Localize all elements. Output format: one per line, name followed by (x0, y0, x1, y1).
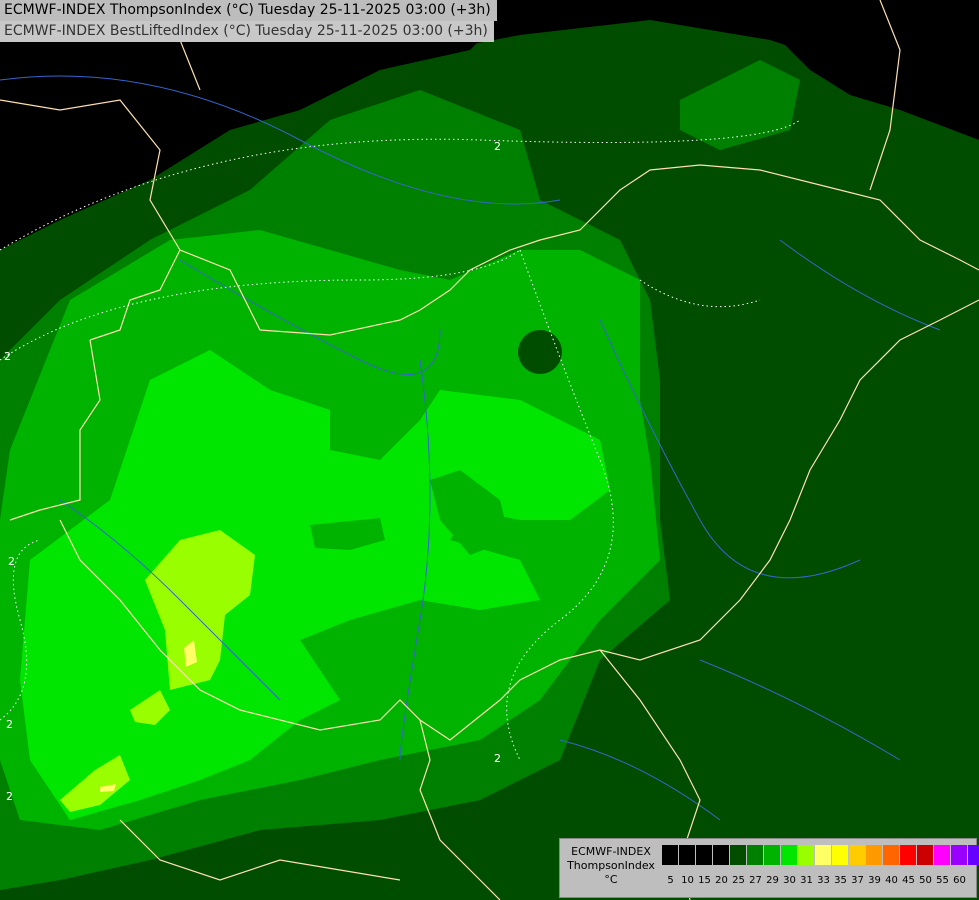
legend-swatch (815, 845, 832, 865)
contour-label: 2 (6, 790, 13, 803)
legend-swatch (951, 845, 968, 865)
map-title-line-2: ECMWF-INDEX BestLiftedIndex (°C) Tuesday… (0, 21, 494, 42)
color-legend: ECMWF-INDEX ThompsonIndex °C 5 10 15 20 25 27… (559, 838, 979, 898)
legend-swatch (781, 845, 798, 865)
legend-swatch (798, 845, 815, 865)
legend-tick-label: 35 (834, 875, 847, 886)
legend-tick-labels: 5 10 15 20 25 27 29 30 31 33 35 37 39 40 45 50 55 60 (662, 875, 968, 886)
legend-swatch (900, 845, 917, 865)
legend-tick-label: 50 (919, 875, 932, 886)
map-title-line-1: ECMWF-INDEX ThompsonIndex (°C) Tuesday 2… (0, 0, 497, 21)
legend-swatch (696, 845, 713, 865)
legend-tick-label: 20 (715, 875, 728, 886)
legend-tick-label: 40 (885, 875, 898, 886)
legend-title-variable: ThompsonIndex (567, 859, 655, 872)
dark-pocket (518, 330, 562, 374)
legend-color-bar (662, 845, 979, 865)
legend-tick-label: 5 (667, 875, 674, 886)
legend-tick-label: 29 (766, 875, 779, 886)
contour-label: 2 (8, 555, 15, 568)
legend-title-model: ECMWF-INDEX (571, 845, 651, 858)
contour-label: 2 (6, 718, 13, 731)
weather-map: 2 2 2 2 2 2 (0, 0, 979, 900)
legend-tick-label: 33 (817, 875, 830, 886)
legend-swatch (730, 845, 747, 865)
legend-swatch (883, 845, 900, 865)
legend-swatch (713, 845, 730, 865)
legend-tick-label: 25 (732, 875, 745, 886)
legend-tick-label: 15 (698, 875, 711, 886)
legend-tick-label: 31 (800, 875, 813, 886)
legend-swatch (747, 845, 764, 865)
legend-swatch (917, 845, 934, 865)
legend-tick-label: 60 (953, 875, 966, 886)
legend-swatch (866, 845, 883, 865)
legend-swatch (679, 845, 696, 865)
legend-swatch (662, 845, 679, 865)
legend-swatch (968, 845, 979, 865)
legend-tick-label: 45 (902, 875, 915, 886)
legend-tick-label: 30 (783, 875, 796, 886)
legend-title: ECMWF-INDEX ThompsonIndex °C (560, 845, 662, 887)
contour-label: 2 (494, 140, 501, 153)
legend-swatch (849, 845, 866, 865)
legend-tick-label: 55 (936, 875, 949, 886)
legend-tick-label: 37 (851, 875, 864, 886)
legend-tick-label: 39 (868, 875, 881, 886)
legend-swatch (764, 845, 781, 865)
contour-label: 2 (4, 350, 11, 363)
contour-label: 2 (494, 752, 501, 765)
legend-tick-label: 27 (749, 875, 762, 886)
legend-tick-label: 10 (681, 875, 694, 886)
legend-swatch (832, 845, 849, 865)
legend-swatch (934, 845, 951, 865)
legend-unit: °C (604, 873, 618, 886)
